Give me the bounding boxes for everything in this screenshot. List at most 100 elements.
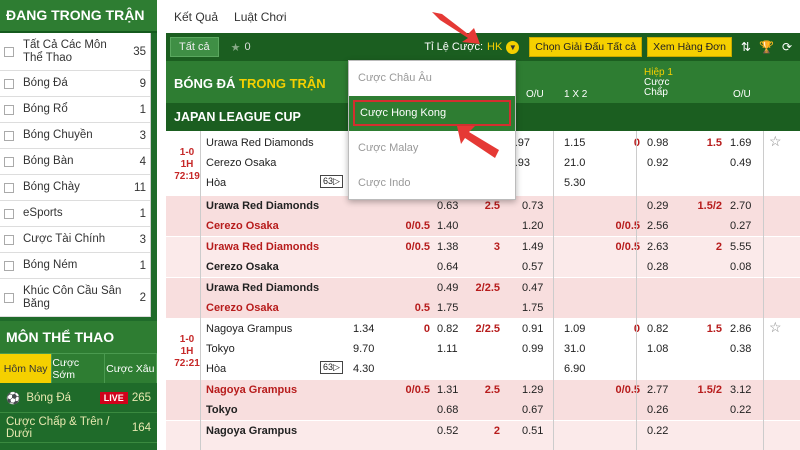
trophy-icon[interactable]: 🏆 (759, 40, 774, 54)
odds[interactable]: 0.29 (647, 200, 668, 212)
odds[interactable]: 1.09 (564, 323, 585, 335)
sidebar-item-handball[interactable]: Bóng Ném 1 (0, 253, 150, 279)
odds[interactable]: 0.92 (647, 157, 668, 169)
odds[interactable]: 0.73 (522, 200, 543, 212)
sidebar-item-baseball[interactable]: Bóng Chày 11 (0, 175, 150, 201)
sidebar-item-all[interactable]: Tất Cả Các Môn Thể Thao 35 (0, 33, 150, 71)
dropdown-option[interactable]: Cược Indo (349, 166, 515, 201)
sport-row-football[interactable]: ⚽ Bóng Đá LIVE 265 (0, 383, 157, 413)
odds[interactable]: 2.63 (647, 241, 668, 253)
tab-today[interactable]: Hôm Nay (0, 354, 53, 383)
sidebar-item-football[interactable]: Bóng Đá 9 (0, 71, 150, 97)
sidebar-item-basketball[interactable]: Bóng Rổ 1 (0, 97, 150, 123)
odds[interactable]: 0.99 (522, 343, 543, 355)
odds[interactable]: 0.82 (647, 323, 668, 335)
odds[interactable]: 0.91 (522, 323, 543, 335)
checkbox[interactable] (4, 234, 14, 245)
odds[interactable]: 0.52 (437, 425, 458, 437)
all-button[interactable]: Tất cả (170, 37, 219, 57)
odds[interactable]: 0.82 (437, 323, 458, 335)
odds[interactable]: 1.75 (522, 302, 543, 314)
sidebar-item-table-tennis[interactable]: Bóng Bàn 4 (0, 149, 150, 175)
rules-link[interactable]: Luật Chơi (234, 10, 287, 24)
odds[interactable]: 1.38 (437, 241, 458, 253)
tab-parlay[interactable]: Cược Xâu (105, 354, 157, 383)
checkbox[interactable] (4, 260, 14, 271)
odds[interactable]: 0.51 (522, 425, 543, 437)
sidebar-item-label: Bóng Chuyền (23, 129, 93, 141)
odds[interactable]: 1.31 (437, 384, 458, 396)
sort-icon[interactable]: ⇅ (741, 40, 751, 54)
odds[interactable]: 0.08 (730, 261, 751, 273)
odds[interactable]: 0.38 (730, 343, 751, 355)
odds[interactable]: 0.27 (730, 220, 751, 232)
odds[interactable]: 1.49 (522, 241, 543, 253)
odds[interactable]: 5.30 (564, 177, 585, 189)
odds[interactable]: 31.0 (564, 343, 585, 355)
star-icon[interactable]: ★ (231, 41, 241, 54)
sidebar-item-ice-hockey[interactable]: Khúc Côn Cầu Sân Băng 2 (0, 279, 150, 317)
odds[interactable]: 2.77 (647, 384, 668, 396)
tv-icon[interactable]: 63▷ (320, 175, 343, 188)
odds[interactable]: 1.75 (437, 302, 458, 314)
odds[interactable]: 0.22 (647, 425, 668, 437)
dropdown-option[interactable]: Cược Châu Âu (349, 61, 515, 96)
odds[interactable]: 2.70 (730, 200, 751, 212)
odds[interactable]: 5.55 (730, 241, 751, 253)
sport-label: Cược Chấp & Trên / Dưới (6, 415, 110, 440)
checkbox[interactable] (4, 46, 14, 57)
odds[interactable]: 21.0 (564, 157, 585, 169)
odds[interactable]: 0.68 (437, 404, 458, 416)
favorite-star-icon[interactable]: ☆ (769, 319, 782, 336)
sidebar-item-volleyball[interactable]: Bóng Chuyền 3 (0, 123, 150, 149)
results-link[interactable]: Kết Quả (174, 10, 218, 24)
view-orders-button[interactable]: Xem Hàng Đơn (647, 37, 732, 57)
sidebar-item-count: 11 (134, 181, 146, 194)
odds[interactable]: 0.57 (522, 261, 543, 273)
odds[interactable]: 1.40 (437, 220, 458, 232)
odds[interactable]: 0.28 (647, 261, 668, 273)
odds[interactable]: 0.22 (730, 404, 751, 416)
checkbox[interactable] (4, 130, 14, 141)
odds-type-value[interactable]: HK (487, 41, 502, 53)
odds[interactable]: 3.12 (730, 384, 751, 396)
odds[interactable]: 0.67 (522, 404, 543, 416)
odds[interactable]: 1.15 (564, 137, 585, 149)
handicap: 2 (493, 425, 500, 437)
odds[interactable]: 2.86 (730, 323, 751, 335)
odds[interactable]: 6.90 (564, 363, 585, 375)
away-team: Cerezo Osaka (206, 261, 279, 273)
odds[interactable]: 9.70 (353, 343, 374, 355)
odds[interactable]: 1.11 (437, 343, 458, 355)
odds[interactable]: 0.49 (730, 157, 751, 169)
checkbox[interactable] (4, 292, 14, 303)
sidebar-item-esports[interactable]: eSports 1 (0, 201, 150, 227)
odds[interactable]: 0.63 (437, 200, 458, 212)
favorite-star-icon[interactable]: ☆ (769, 133, 782, 150)
odds[interactable]: 0.26 (647, 404, 668, 416)
odds[interactable]: 2.56 (647, 220, 668, 232)
odds[interactable]: 0.47 (522, 282, 543, 294)
odds[interactable]: 1.34 (353, 323, 374, 335)
odds[interactable]: 1.29 (522, 384, 543, 396)
odds[interactable]: 1.08 (647, 343, 668, 355)
checkbox[interactable] (4, 78, 14, 89)
choose-league-button[interactable]: Chọn Giải Đấu Tất cả (529, 37, 643, 57)
checkbox[interactable] (4, 104, 14, 115)
odds[interactable]: 1.69 (730, 137, 751, 149)
odds[interactable]: 0.98 (647, 137, 668, 149)
handicap: 0/0.5 (615, 384, 640, 396)
odds[interactable]: 1.20 (522, 220, 543, 232)
odds[interactable]: 0.49 (437, 282, 458, 294)
sidebar-item-financial[interactable]: Cược Tài Chính 3 (0, 227, 150, 253)
chevron-down-icon[interactable]: ▼ (506, 40, 520, 54)
checkbox[interactable] (4, 156, 14, 167)
sport-row-handicap[interactable]: Cược Chấp & Trên / Dưới 164 (0, 413, 157, 443)
refresh-icon[interactable]: ⟳ (782, 40, 792, 54)
tv-icon[interactable]: 63▷ (320, 361, 343, 374)
odds[interactable]: 0.64 (437, 261, 458, 273)
tab-early[interactable]: Cược Sớm (52, 354, 105, 383)
checkbox[interactable] (4, 208, 14, 219)
odds[interactable]: 4.30 (353, 363, 374, 375)
checkbox[interactable] (4, 182, 14, 193)
